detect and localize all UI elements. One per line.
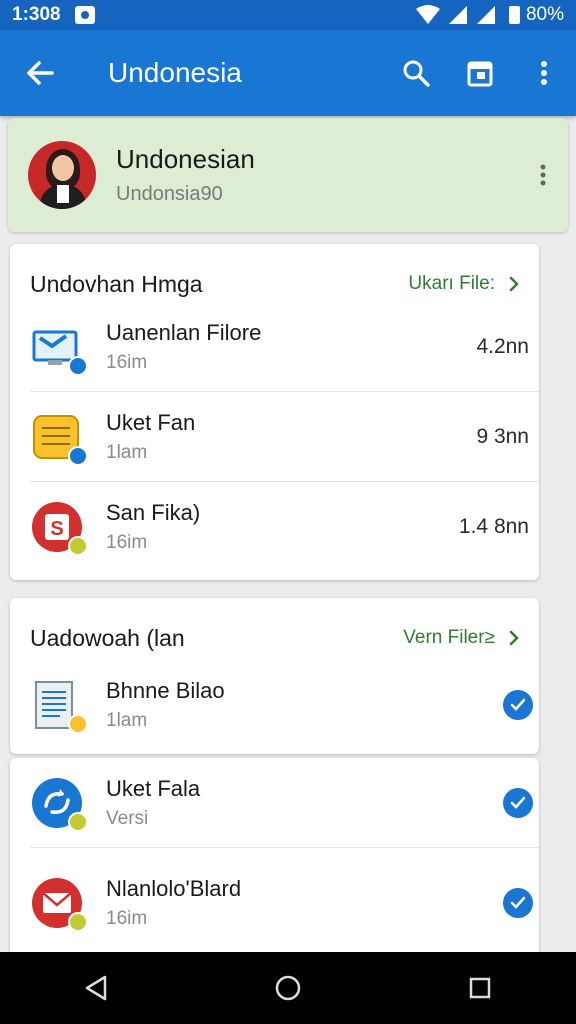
status-badge-icon xyxy=(68,714,88,734)
recent-files-card: Undovhan Hmga Ukarı File: Uanenlan Filor… xyxy=(10,244,539,580)
circle-home-icon xyxy=(275,975,301,1001)
battery-level: 80% xyxy=(525,4,564,25)
chevron-right-icon xyxy=(509,276,519,292)
file-name: Bhnne Bilao xyxy=(106,678,225,703)
database-icon xyxy=(30,410,88,466)
file-row[interactable]: Uanenlan Filore 16im 4.2nn xyxy=(10,302,539,392)
file-row[interactable]: Nlanlolo'Blard 16im xyxy=(10,858,539,948)
app-bar: Undonesia xyxy=(0,30,576,116)
profile-more-button[interactable] xyxy=(518,164,568,186)
battery-icon xyxy=(508,6,520,24)
more-vert-icon xyxy=(540,164,546,186)
link-label: Ukarı File: xyxy=(408,273,495,294)
folder-icon xyxy=(467,61,493,87)
check-icon[interactable] xyxy=(503,788,533,818)
more-vert-icon xyxy=(541,61,547,85)
wifi-icon xyxy=(415,5,440,24)
document-icon xyxy=(30,678,88,734)
file-text: Uket Fan 1lam xyxy=(106,410,449,464)
sync-app-icon xyxy=(30,776,88,832)
mail-icon xyxy=(30,876,88,932)
file-text: Nlanlolo'Blard 16im xyxy=(106,876,503,930)
nav-home-button[interactable] xyxy=(258,958,318,1018)
add-badge-icon xyxy=(68,356,88,376)
file-size: 4.2nn xyxy=(476,335,529,358)
file-row[interactable]: Bhnne Bilao 1lam xyxy=(10,660,539,750)
status-badge-icon xyxy=(68,536,88,556)
chevron-right-icon xyxy=(509,630,519,646)
status-badge-icon xyxy=(68,812,88,832)
file-text: Uanenlan Filore 16im xyxy=(106,320,449,374)
page-title: Undonesia xyxy=(108,57,242,88)
file-time: 16im xyxy=(106,352,148,373)
file-text: San Fika) 16im xyxy=(106,500,449,554)
section-title: Uadowoah (lan xyxy=(30,624,185,651)
file-name: Uket Fala xyxy=(106,776,201,801)
status-bar: 1:308 80% xyxy=(0,0,576,30)
signal-icon-2 xyxy=(476,6,495,24)
svg-text:S: S xyxy=(50,518,63,540)
system-nav-bar xyxy=(0,952,576,1024)
file-row[interactable]: Uket Fala Versi xyxy=(10,758,539,848)
view-files-link[interactable]: Vern Filer≥ xyxy=(403,627,519,649)
downloaded-files-card: Uadowoah (lan Vern Filer≥ Bhnne Bilao 1l… xyxy=(10,598,539,754)
nav-back-button[interactable] xyxy=(66,958,126,1018)
overflow-menu-button[interactable] xyxy=(512,30,576,116)
signal-icon xyxy=(448,6,467,24)
avatar-collar xyxy=(57,185,69,203)
profile-text: Undonesian Undonsia90 xyxy=(116,144,518,206)
square-recents-icon xyxy=(469,977,491,999)
s-app-icon: S xyxy=(30,500,88,556)
file-size: 9 3nn xyxy=(476,425,529,448)
profile-name: Undonesian xyxy=(116,144,255,174)
link-label: Vern Filer≥ xyxy=(403,627,495,648)
notification-icon xyxy=(74,6,95,24)
file-size: 1.4 8nn xyxy=(458,515,529,538)
check-icon[interactable] xyxy=(503,690,533,720)
file-name: San Fika) xyxy=(106,500,201,525)
file-time: 1lam xyxy=(106,442,148,463)
file-row[interactable]: S San Fika) 16im 1.4 8nn xyxy=(10,482,539,572)
status-time: 1:308 xyxy=(12,4,61,25)
file-name: Uket Fan xyxy=(106,410,196,435)
downloaded-files-card-continued: Uket Fala Versi Nlanlolo'Blard 16im xyxy=(10,758,539,958)
search-button[interactable] xyxy=(384,30,448,116)
file-time: Versi xyxy=(106,808,149,829)
file-name: Nlanlolo'Blard xyxy=(106,876,242,901)
computer-upload-icon xyxy=(30,320,88,376)
back-arrow-icon xyxy=(27,61,54,85)
triangle-back-icon xyxy=(85,975,107,1001)
folder-button[interactable] xyxy=(448,30,512,116)
search-icon xyxy=(403,60,430,87)
back-button[interactable] xyxy=(0,30,80,116)
status-icons: 80% xyxy=(415,4,564,26)
file-time: 1lam xyxy=(106,710,148,731)
profile-card[interactable]: Undonesian Undonsia90 xyxy=(8,118,568,232)
file-name: Uanenlan Filore xyxy=(106,320,262,345)
check-icon[interactable] xyxy=(503,888,533,918)
view-files-link[interactable]: Ukarı File: xyxy=(408,273,519,295)
file-time: 16im xyxy=(106,532,148,553)
avatar xyxy=(28,141,96,209)
section-title: Undovhan Hmga xyxy=(30,270,203,297)
file-row[interactable]: Uket Fan 1lam 9 3nn xyxy=(10,392,539,482)
profile-subtitle: Undonsia90 xyxy=(116,183,223,205)
status-badge-icon xyxy=(68,912,88,932)
nav-recents-button[interactable] xyxy=(450,958,510,1018)
download-badge-icon xyxy=(68,446,88,466)
avatar-face xyxy=(52,155,74,181)
file-text: Uket Fala Versi xyxy=(106,776,503,830)
file-time: 16im xyxy=(106,908,148,929)
file-text: Bhnne Bilao 1lam xyxy=(106,678,503,732)
